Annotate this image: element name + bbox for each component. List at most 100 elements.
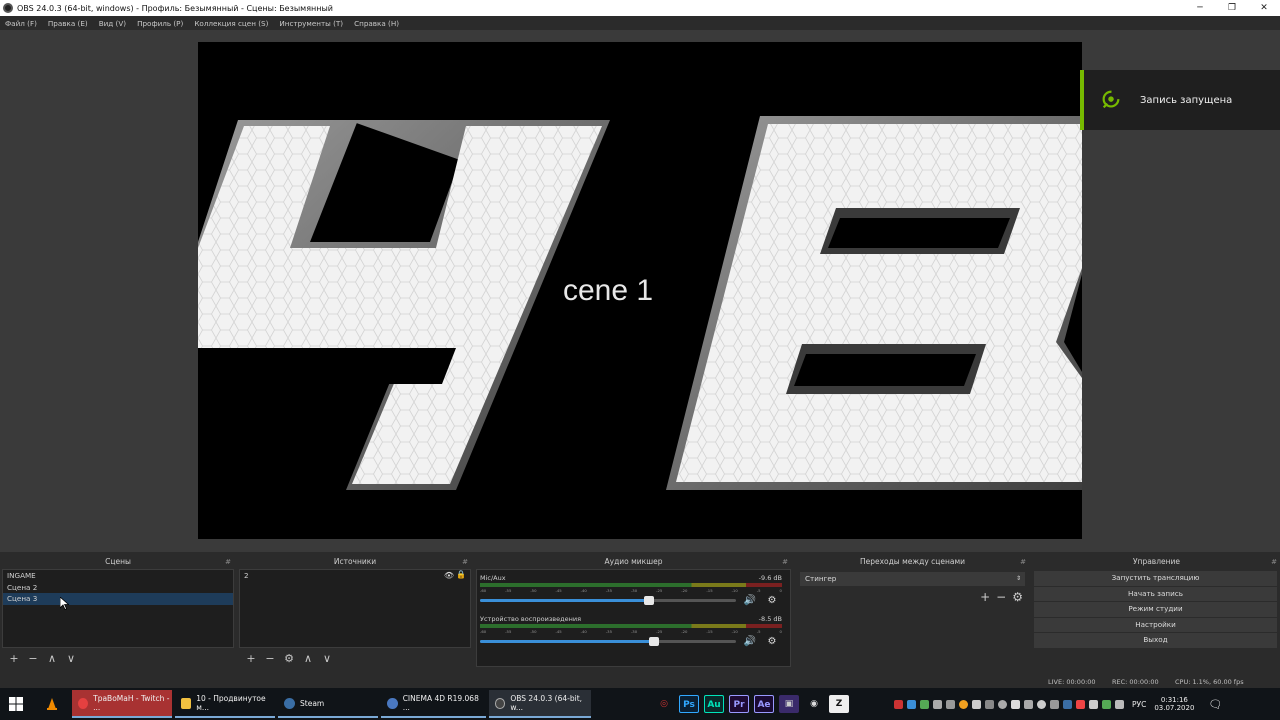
speaker-icon[interactable]: 🔊 — [742, 595, 758, 606]
taskbar-item-steam[interactable]: Steam — [278, 690, 378, 718]
tray-icon[interactable] — [894, 699, 903, 709]
mixer-panel: Mic/Aux -9.6 dB -60 -55 -50 -45 -40 -35 -30 -25… — [476, 569, 791, 667]
remove-scene-button[interactable]: − — [26, 652, 40, 665]
tray-icon[interactable] — [907, 699, 916, 709]
transition-select[interactable]: Стингер ⇕ — [800, 572, 1025, 586]
mixer-title: Аудио микшер # — [476, 555, 791, 569]
toast-text: Запись запущена — [1140, 94, 1233, 106]
notifications-icon[interactable]: 🗨 — [1208, 698, 1222, 711]
controls-title: Управление # — [1033, 555, 1280, 569]
app-icon-zbrush[interactable]: Z — [829, 695, 849, 713]
start-recording-button[interactable]: Начать запись — [1034, 586, 1277, 601]
menu-help[interactable]: Справка (H) — [354, 19, 399, 28]
status-bar: LIVE: 00:00:00 REC: 00:00:00 CPU: 1.1%, … — [0, 676, 1280, 688]
tray-icon[interactable] — [1011, 699, 1020, 709]
window-title: OBS 24.0.3 (64-bit, windows) - Профиль: … — [17, 3, 333, 13]
dock-pin-icon[interactable]: # — [1020, 555, 1026, 569]
scale-tick: -10 — [731, 629, 738, 634]
menu-scene-collection[interactable]: Коллекция сцен (S) — [194, 19, 268, 28]
remove-transition-button[interactable]: − — [996, 590, 1006, 604]
tray-icon[interactable] — [1024, 699, 1033, 709]
dock-pin-icon[interactable]: # — [782, 555, 788, 569]
tray-icon[interactable] — [1076, 699, 1085, 709]
taskbar-item-obs[interactable]: OBS 24.0.3 (64-bit, w... — [489, 690, 591, 718]
taskbar-item-twitch[interactable]: ТраВоМаН - Twitch - ... — [72, 690, 172, 718]
move-scene-up-button[interactable]: ∧ — [45, 652, 59, 665]
scenes-title-text: Сцены — [105, 557, 131, 566]
lock-icon[interactable]: 🔒 — [456, 570, 466, 579]
studio-mode-button[interactable]: Режим студии — [1034, 602, 1277, 617]
tray-icon[interactable] — [1089, 699, 1098, 709]
taskbar-item-label: ТраВоМаН - Twitch - ... — [93, 694, 170, 712]
add-source-button[interactable]: + — [244, 652, 258, 665]
tray-icon[interactable] — [959, 699, 968, 709]
record-tray-icon[interactable]: ◎ — [654, 695, 674, 713]
scene-item-2[interactable]: Сцена 2 — [3, 582, 233, 594]
menu-profile[interactable]: Профиль (P) — [137, 19, 183, 28]
scene-item-ingame[interactable]: INGAME — [3, 570, 233, 582]
minimize-button[interactable]: ─ — [1184, 3, 1216, 13]
menu-tools[interactable]: Инструменты (T) — [279, 19, 343, 28]
taskbar-item-label: OBS 24.0.3 (64-bit, w... — [510, 694, 583, 712]
scale-tick: -20 — [681, 588, 688, 593]
preview-canvas[interactable]: cene 1 — [198, 42, 1082, 539]
volume-slider[interactable] — [480, 636, 736, 646]
exit-button[interactable]: Выход — [1034, 633, 1277, 648]
gear-icon[interactable]: ⚙ — [764, 636, 780, 647]
menu-file[interactable]: Файл (F) — [5, 19, 37, 28]
menu-edit[interactable]: Правка (E) — [48, 19, 88, 28]
tray-icon[interactable] — [1102, 699, 1111, 709]
app-icon-purple[interactable]: ▣ — [779, 695, 799, 713]
tray-icon[interactable] — [933, 699, 942, 709]
menu-view[interactable]: Вид (V) — [99, 19, 126, 28]
add-transition-button[interactable]: + — [980, 590, 990, 604]
settings-button[interactable]: Настройки — [1034, 617, 1277, 632]
tray-icon[interactable] — [920, 699, 929, 709]
app-icon-circle[interactable]: ◉ — [804, 695, 824, 713]
language-indicator[interactable]: РУС — [1132, 700, 1146, 709]
transition-properties-button[interactable]: ⚙ — [1012, 590, 1023, 604]
visibility-eye-icon[interactable]: 👁 — [444, 571, 454, 580]
dock-pin-icon[interactable]: # — [462, 555, 468, 569]
maximize-button[interactable]: ❐ — [1216, 3, 1248, 13]
dock-pin-icon[interactable]: # — [225, 555, 231, 569]
source-properties-button[interactable]: ⚙ — [282, 652, 296, 665]
opera-icon — [78, 697, 89, 709]
sources-toolbar: + − ⚙ ∧ ∨ — [239, 651, 471, 665]
scene-item-3[interactable]: Сцена 3 — [3, 593, 233, 605]
photoshop-app[interactable]: Ps — [679, 695, 699, 713]
tray-icon[interactable] — [1115, 699, 1124, 709]
clock[interactable]: 0:31:16 03.07.2020 — [1154, 696, 1194, 712]
taskbar-item-cinema4d[interactable]: CINEMA 4D R19.068 ... — [381, 690, 486, 718]
move-source-up-button[interactable]: ∧ — [301, 652, 315, 665]
add-scene-button[interactable]: + — [7, 652, 21, 665]
audition-app[interactable]: Au — [704, 695, 724, 713]
scenes-title: Сцены # — [2, 555, 234, 569]
tray-icon[interactable] — [1050, 699, 1059, 709]
remove-source-button[interactable]: − — [263, 652, 277, 665]
tray-icon[interactable] — [946, 699, 955, 709]
source-item[interactable]: 2 — [240, 570, 470, 582]
tray-icon[interactable] — [1063, 699, 1072, 709]
scale-tick: -5 — [756, 588, 761, 593]
move-scene-down-button[interactable]: ∨ — [64, 652, 78, 665]
vlc-pinned-icon[interactable] — [32, 698, 72, 710]
move-source-down-button[interactable]: ∨ — [320, 652, 334, 665]
premiere-app[interactable]: Pr — [729, 695, 749, 713]
gear-icon[interactable]: ⚙ — [764, 595, 780, 606]
recording-icon — [1102, 90, 1120, 109]
speaker-icon[interactable]: 🔊 — [742, 636, 758, 647]
start-streaming-button[interactable]: Запустить трансляцию — [1034, 571, 1277, 586]
tray-icon[interactable] — [1037, 699, 1046, 709]
tray-icon[interactable] — [998, 699, 1007, 709]
after-effects-app[interactable]: Ae — [754, 695, 774, 713]
scale-tick: -55 — [505, 588, 512, 593]
taskbar-item-folder[interactable]: 10 - Продвинутое м... — [175, 690, 275, 718]
scale-tick: -30 — [630, 588, 638, 593]
close-button[interactable]: ✕ — [1248, 3, 1280, 13]
tray-icon[interactable] — [972, 699, 981, 709]
volume-slider[interactable] — [480, 595, 736, 605]
dock-pin-icon[interactable]: # — [1271, 555, 1277, 569]
start-button[interactable] — [0, 688, 32, 720]
tray-icon[interactable] — [985, 699, 994, 709]
